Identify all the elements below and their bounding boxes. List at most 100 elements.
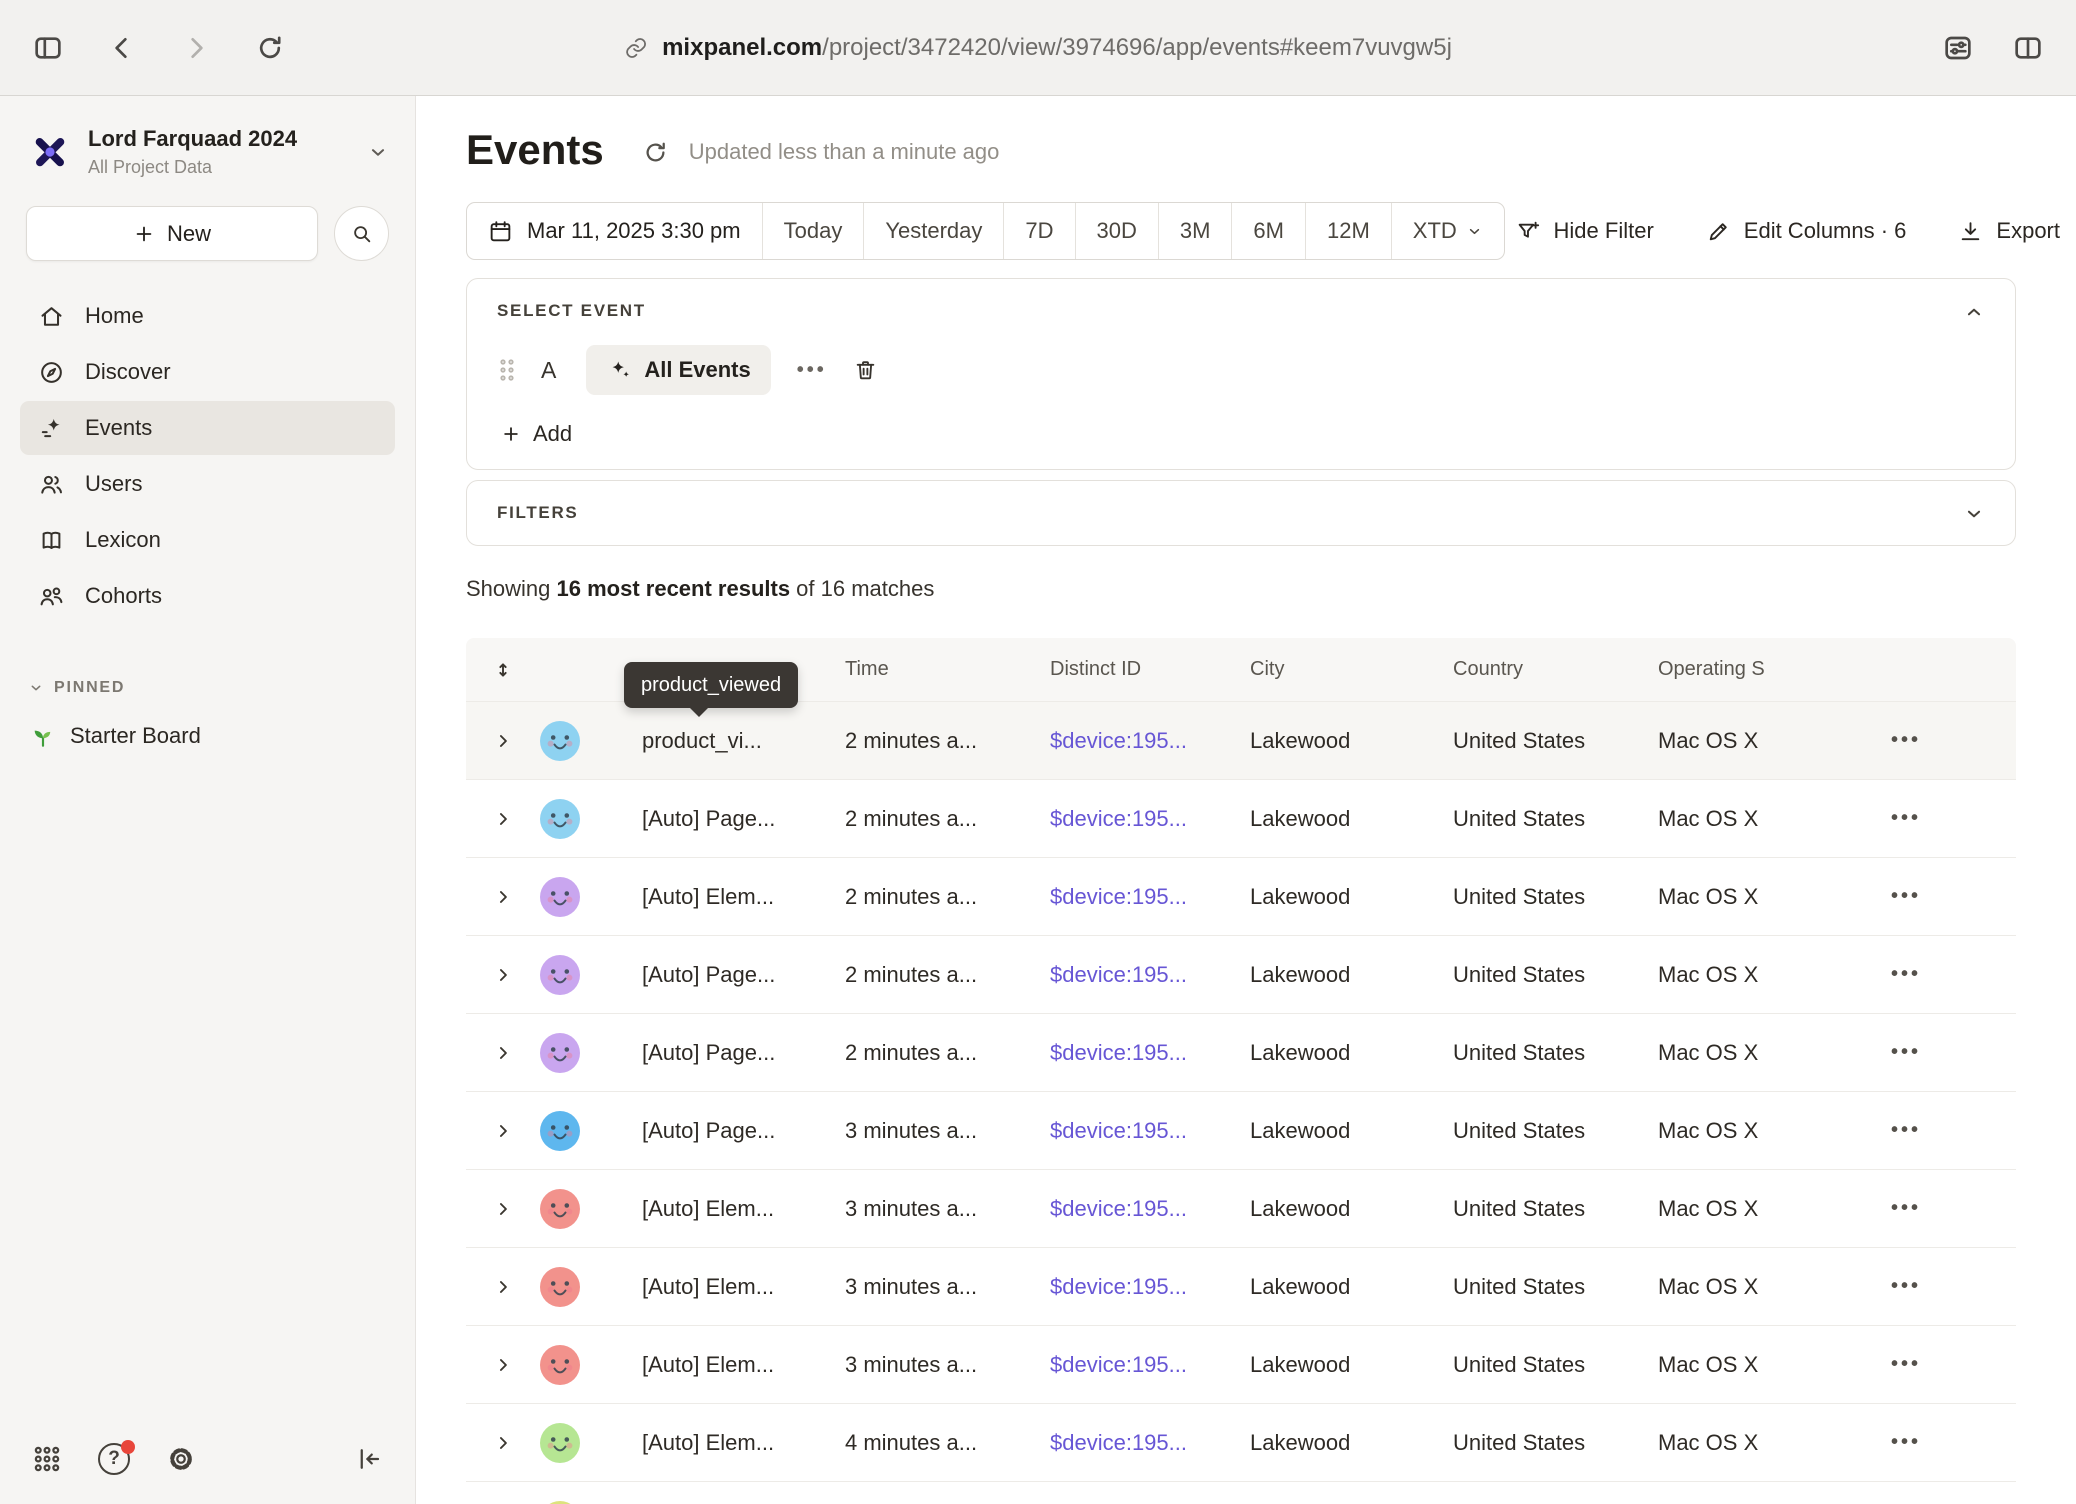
gear-icon[interactable] <box>166 1444 196 1474</box>
page-settings-icon[interactable] <box>1942 32 1974 64</box>
header-os[interactable]: Operating S <box>1658 658 1796 681</box>
sidebar-item-home[interactable]: Home <box>20 289 395 343</box>
event-name-cell: [Auto] Elem... <box>612 1352 845 1378</box>
range-30d-button[interactable]: 30D <box>1075 203 1158 259</box>
sidebar-item-users[interactable]: Users <box>20 457 395 511</box>
event-avatar-icon <box>540 1501 580 1504</box>
split-view-icon[interactable] <box>2012 32 2044 64</box>
table-row[interactable]: [Auto] Elem... 3 minutes a... $device:19… <box>466 1248 2016 1326</box>
plus-icon <box>501 424 521 444</box>
collapse-sidebar-icon[interactable] <box>353 1444 383 1474</box>
row-menu-button[interactable]: ••• <box>1796 1041 2016 1064</box>
drag-handle-icon[interactable] <box>497 356 517 384</box>
pinned-section-header[interactable]: PINNED <box>0 679 415 697</box>
edit-columns-button[interactable]: Edit Columns · 6 <box>1706 218 1907 244</box>
link-icon <box>624 36 648 60</box>
row-menu-button[interactable]: ••• <box>1796 1119 2016 1142</box>
row-expand-icon[interactable] <box>466 809 540 829</box>
refresh-icon[interactable] <box>254 32 286 64</box>
row-menu-button[interactable]: ••• <box>1796 885 2016 908</box>
search-button[interactable] <box>334 206 389 261</box>
row-menu-button[interactable]: ••• <box>1796 1353 2016 1376</box>
country-cell: United States <box>1453 1040 1658 1066</box>
sidebar-item-events[interactable]: Events <box>20 401 395 455</box>
distinct-id-link[interactable]: $device:195... <box>1050 1352 1250 1378</box>
export-button[interactable]: Export <box>1958 218 2060 244</box>
row-menu-button[interactable]: ••• <box>1796 963 2016 986</box>
range-3m-button[interactable]: 3M <box>1158 203 1232 259</box>
header-city[interactable]: City <box>1250 658 1453 681</box>
event-avatar-icon <box>540 721 580 761</box>
sidebar-item-discover[interactable]: Discover <box>20 345 395 399</box>
event-row-menu-button[interactable]: ••• <box>797 359 827 382</box>
table-row[interactable]: [Auto] Page... 3 minutes a... $device:19… <box>466 1092 2016 1170</box>
range-yesterday-button[interactable]: Yesterday <box>863 203 1003 259</box>
table-row[interactable]: [Auto] Page... 2 minutes a... $device:19… <box>466 780 2016 858</box>
address-bar[interactable]: mixpanel.com/project/3472420/view/397469… <box>624 34 1452 62</box>
header-time[interactable]: Time <box>845 658 1050 681</box>
new-button[interactable]: New <box>26 206 318 261</box>
distinct-id-link[interactable]: $device:195... <box>1050 1430 1250 1456</box>
help-button[interactable]: ? <box>98 1443 130 1475</box>
expand-all-icon[interactable] <box>466 660 540 680</box>
table-row[interactable]: [Auto] Page... 2 minutes a... $device:19… <box>466 1014 2016 1092</box>
hide-filter-button[interactable]: Hide Filter <box>1516 218 1654 244</box>
chevron-down-icon[interactable] <box>1963 503 1985 525</box>
table-row[interactable]: [Auto] Elem... 3 minutes a... $device:19… <box>466 1170 2016 1248</box>
table-row[interactable]: [Auto] Page... 2 minutes a... $device:19… <box>466 936 2016 1014</box>
row-expand-icon[interactable] <box>466 1043 540 1063</box>
table-row[interactable]: [Auto] Elem... 3 minutes a... $device:19… <box>466 1326 2016 1404</box>
distinct-id-link[interactable]: $device:195... <box>1050 1040 1250 1066</box>
chevron-up-icon[interactable] <box>1963 301 1985 323</box>
back-icon[interactable] <box>106 32 138 64</box>
row-menu-button[interactable]: ••• <box>1796 1197 2016 1220</box>
header-distinct-id[interactable]: Distinct ID <box>1050 658 1250 681</box>
row-expand-icon[interactable] <box>466 731 540 751</box>
row-expand-icon[interactable] <box>466 1355 540 1375</box>
range-12m-button[interactable]: 12M <box>1305 203 1391 259</box>
event-selector-chip[interactable]: All Events <box>586 345 770 395</box>
event-name-cell: [Auto] Elem... <box>612 1430 845 1456</box>
results-summary: Showing 16 most recent results of 16 mat… <box>466 576 2076 602</box>
main-content: Events Updated less than a minute ago Ma… <box>416 96 2076 1504</box>
table-row[interactable]: [Auto] Elem... 4 minutes a... $device:19… <box>466 1404 2016 1482</box>
distinct-id-link[interactable]: $device:195... <box>1050 884 1250 910</box>
table-row[interactable] <box>466 1482 2016 1504</box>
row-expand-icon[interactable] <box>466 887 540 907</box>
header-country[interactable]: Country <box>1453 658 1658 681</box>
row-expand-icon[interactable] <box>466 1121 540 1141</box>
sidebar-item-cohorts[interactable]: Cohorts <box>20 569 395 623</box>
row-menu-button[interactable]: ••• <box>1796 729 2016 752</box>
table-row[interactable]: [Auto] Elem... 2 minutes a... $device:19… <box>466 858 2016 936</box>
row-menu-button[interactable]: ••• <box>1796 1275 2016 1298</box>
range-7d-button[interactable]: 7D <box>1003 203 1074 259</box>
sidebar-toggle-icon[interactable] <box>32 32 64 64</box>
row-expand-icon[interactable] <box>466 1277 540 1297</box>
distinct-id-link[interactable]: $device:195... <box>1050 806 1250 832</box>
row-menu-button[interactable]: ••• <box>1796 807 2016 830</box>
sidebar-item-starter-board[interactable]: Starter Board <box>0 723 415 749</box>
row-menu-button[interactable]: ••• <box>1796 1431 2016 1454</box>
page-title: Events <box>466 126 604 174</box>
app-grid-icon[interactable] <box>32 1444 62 1474</box>
row-expand-icon[interactable] <box>466 1433 540 1453</box>
distinct-id-link[interactable]: $device:195... <box>1050 1196 1250 1222</box>
row-expand-icon[interactable] <box>466 1199 540 1219</box>
range-xtd-button[interactable]: XTD <box>1391 203 1504 259</box>
city-cell: Lakewood <box>1250 1274 1453 1300</box>
select-event-panel: SELECT EVENT A A <box>466 278 2016 470</box>
add-event-button[interactable]: Add <box>497 421 572 447</box>
row-expand-icon[interactable] <box>466 965 540 985</box>
refresh-results-icon[interactable] <box>642 139 669 166</box>
project-switcher[interactable]: Lord Farquaad 2024 All Project Data <box>0 96 415 182</box>
sidebar-item-lexicon[interactable]: Lexicon <box>20 513 395 567</box>
distinct-id-link[interactable]: $device:195... <box>1050 1274 1250 1300</box>
distinct-id-link[interactable]: $device:195... <box>1050 1118 1250 1144</box>
range-6m-button[interactable]: 6M <box>1231 203 1305 259</box>
range-today-button[interactable]: Today <box>762 203 864 259</box>
date-picker-button[interactable]: Mar 11, 2025 3:30 pm <box>467 203 762 259</box>
trash-icon[interactable] <box>853 358 878 383</box>
distinct-id-link[interactable]: $device:195... <box>1050 728 1250 754</box>
os-cell: Mac OS X <box>1658 1196 1796 1222</box>
distinct-id-link[interactable]: $device:195... <box>1050 962 1250 988</box>
